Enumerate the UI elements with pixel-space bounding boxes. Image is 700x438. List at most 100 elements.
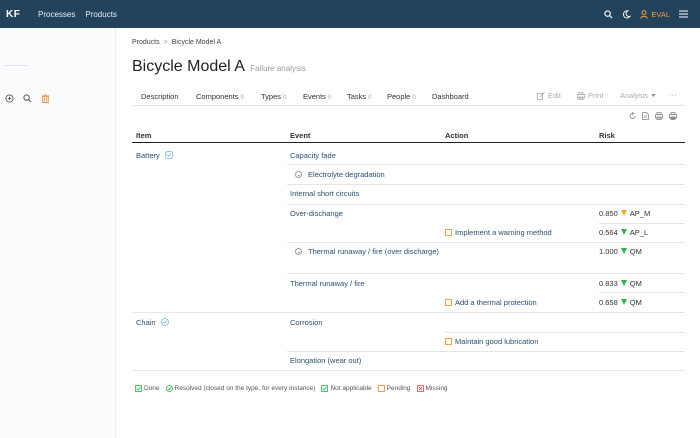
user-menu[interactable]: EVAL [640,10,670,19]
user-icon [640,9,649,19]
risk-down-arrow-icon [620,299,627,305]
tab-components[interactable]: Components 9 [196,92,244,101]
add-circle-icon[interactable] [5,94,14,105]
tab-bar: Description Components 9 Types 0 Events 0 T… [132,88,685,106]
tab-tasks-count: 0 [368,95,372,101]
column-header-event[interactable]: Event [290,131,310,140]
plus-circle-icon [295,171,302,178]
sidebar-tools [5,94,50,105]
search-icon[interactable] [23,94,32,105]
risk-label: AP_L [629,228,649,237]
item-chain[interactable]: Chain [136,318,169,328]
breadcrumb-products[interactable]: Products [132,39,160,46]
column-header-action[interactable]: Action [445,131,468,140]
risk-value: 0.564 [599,228,618,237]
search-icon[interactable] [604,9,613,19]
event-thermal-runaway-over-discharge[interactable]: Thermal runaway / fire (over discharge) [295,247,445,257]
caret-down-icon [650,93,656,97]
tab-types-count: 0 [283,95,287,101]
event-elongation[interactable]: Elongation (wear out) [290,356,361,366]
not-applicable-icon [321,385,329,392]
print-all-icon[interactable] [669,112,677,122]
edit-label: Edit [548,91,561,100]
sidebar [0,28,116,438]
risk-label: QM [629,298,642,307]
menu-icon[interactable] [679,10,688,18]
legend-missing: Missing [416,385,448,392]
tab-tasks-label: Tasks [347,92,367,101]
risk-row-4: 0.833 QM [599,279,642,289]
page-title: Bicycle Model A [132,58,245,75]
event-internal-short[interactable]: Internal short circuits [290,189,359,199]
legend-pending-label: Pending [386,385,411,392]
legend-not-applicable-label: Not applicable [330,385,372,392]
action-label: Maintain good lubrication [455,337,539,346]
legend-resolved: Resolved (closed on the type, for every … [165,385,315,392]
analysis-dropdown[interactable]: Analysis [620,91,656,100]
edit-button[interactable]: Edit [537,91,561,100]
event-corrosion[interactable]: Corrosion [290,318,323,328]
event-over-dischange[interactable]: Over-dischange [290,209,343,219]
done-icon [135,385,142,392]
legend-done: Done [135,385,160,392]
row-divider [287,242,685,243]
action-label: Add a thermal protection [455,298,537,307]
tab-events-count: 0 [327,95,332,101]
event-capacity-fade[interactable]: Capacity fade [290,151,336,161]
item-chain-label: Chain [136,318,156,327]
row-divider [287,184,685,185]
tab-people-label: People [387,92,411,101]
risk-value: 0.850 [599,209,618,218]
row-divider [132,312,685,313]
event-thermal-runaway[interactable]: Thermal runaway / fire [290,279,365,289]
column-header-risk[interactable]: Risk [599,131,615,140]
item-battery-label: Battery [136,151,160,160]
legend-missing-label: Missing [425,385,448,392]
action-lubrication[interactable]: Maintain good lubrication [445,337,538,347]
tab-tasks[interactable]: Tasks 0 [347,92,372,101]
moon-icon[interactable] [622,9,632,19]
refresh-icon[interactable] [629,111,636,122]
app-logo[interactable]: KF [6,9,28,20]
pending-icon [377,385,385,392]
nav-products[interactable]: Products [85,10,117,19]
legend-pending: Pending [377,385,411,392]
tab-types[interactable]: Types 0 [261,92,286,101]
risk-down-arrow-icon [620,210,627,216]
row-divider [287,204,685,205]
check-circle-icon [164,151,173,159]
action-thermal-protection[interactable]: Add a thermal protection [445,298,537,308]
risk-label: QM [629,247,642,256]
risk-row-3: 1.000 QM [599,247,642,257]
breadcrumb-current: Bicycle Model A [171,39,222,46]
edit-icon [537,91,545,100]
nav-processes[interactable]: Processes [38,10,75,19]
row-divider [445,332,685,333]
page-header: Bicycle Model A Failure analysis [132,58,306,76]
event-electrolyte-degradation[interactable]: Electrolyte degradation [295,170,385,180]
risk-value: 0.833 [599,279,618,288]
legend-done-label: Done [144,385,160,392]
document-icon[interactable] [642,112,649,122]
trash-icon[interactable] [41,94,50,105]
tab-events[interactable]: Events 0 [303,92,331,101]
row-divider [132,370,685,371]
tab-components-label: Components [196,92,239,101]
status-legend: Done Resolved (closed on the type, for e… [135,385,448,392]
top-navbar: KF Processes Products EVAL [0,0,700,28]
item-battery[interactable]: Battery [136,151,173,161]
risk-label: AP_M [629,209,651,218]
more-button[interactable]: ··· [669,90,677,99]
action-warning-method[interactable]: Implement a warning method [445,228,552,238]
pending-status-icon [445,299,452,306]
tab-dashboard[interactable]: Dashboard [432,92,469,101]
print-icon[interactable] [655,112,663,122]
pending-status-icon [445,338,452,345]
tab-people[interactable]: People 0 [387,92,416,101]
column-header-item[interactable]: Item [136,131,151,140]
sidebar-divider [4,65,28,66]
row-divider [287,273,685,274]
tab-description[interactable]: Description [141,92,179,101]
print-button[interactable]: Print [577,91,603,100]
missing-icon [416,385,424,392]
